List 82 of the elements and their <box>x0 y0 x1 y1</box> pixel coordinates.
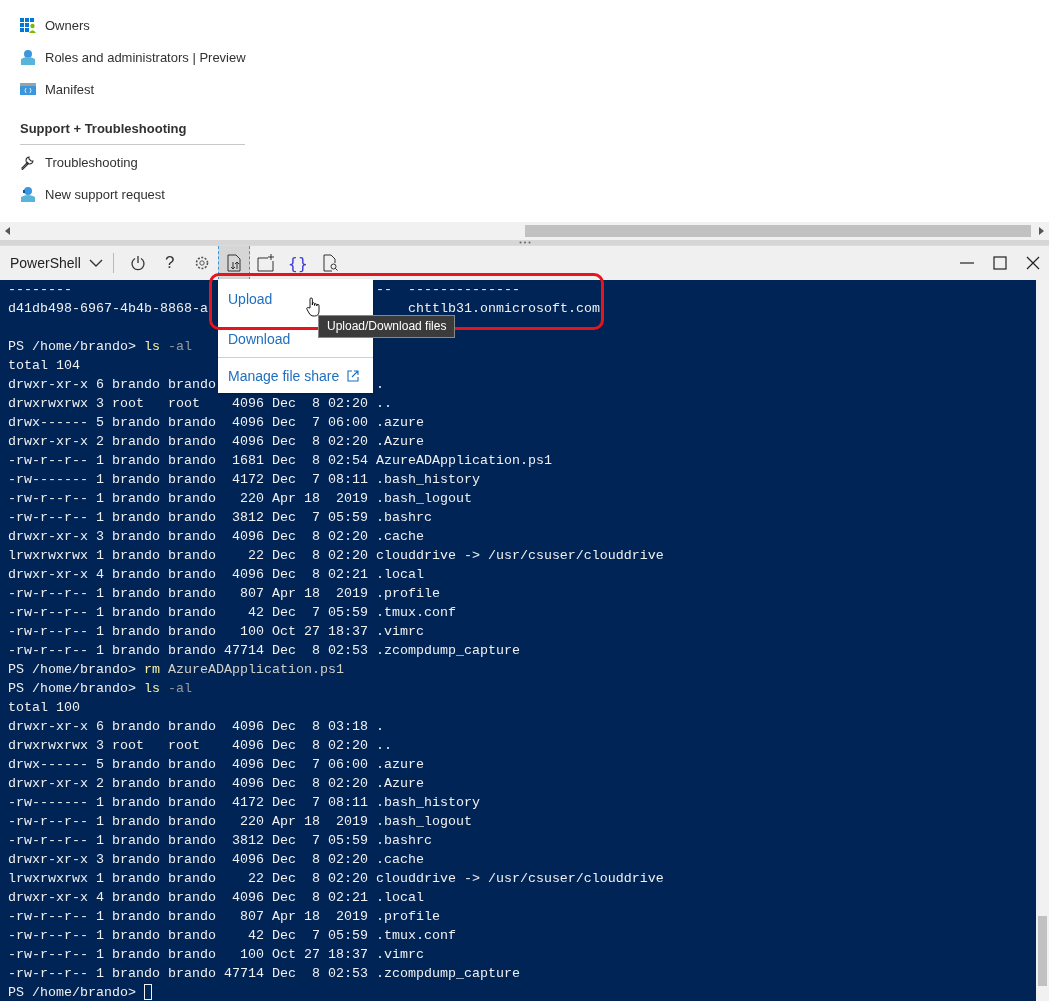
terminal-line: drwxr-xr-x 3 brando brando 4096 Dec 8 02:20 .cache <box>8 852 424 867</box>
upload-download-button[interactable] <box>217 246 250 280</box>
terminal-line: total 104 <box>8 358 80 373</box>
nav-item[interactable]: Manifest <box>20 73 245 105</box>
menu-item[interactable]: Manage file share <box>218 358 373 393</box>
text-cursor <box>144 984 152 1000</box>
close-icon[interactable] <box>1025 256 1040 270</box>
terminal-line: drwxr-xr-x 4 brando brando 4096 Dec 8 02:21 .local <box>8 890 424 905</box>
nav-label: New support request <box>45 186 165 202</box>
nav-item[interactable]: Owners <box>20 9 245 41</box>
terminal-line: PS /home/brando> ls -al <box>8 339 192 354</box>
terminal-line: -- -------------- <box>375 282 520 297</box>
terminal-line: -rw-r--r-- 1 brando brando 100 Oct 27 18:37 .vimrc <box>8 947 424 962</box>
manifest-icon <box>20 81 36 97</box>
terminal-line: -rw-r--r-- 1 brando brando 42 Dec 7 05:59 .tmux.conf <box>8 605 456 620</box>
nav-item[interactable]: Troubleshooting <box>20 146 245 178</box>
grid-person-icon <box>20 17 36 33</box>
new-file-icon[interactable] <box>256 254 275 272</box>
terminal-line: drwxr-xr-x 2 brando brando 4096 Dec 8 02:20 .Azure <box>8 434 424 449</box>
nav-label: Roles and administrators | Preview <box>45 49 246 65</box>
person-icon <box>20 186 36 202</box>
terminal-line: -rw-r--r-- 1 brando brando 1681 Dec 8 02:54 AzureADApplication.ps1 <box>8 453 552 468</box>
maximize-icon[interactable] <box>992 256 1007 270</box>
editor-button[interactable]: {} <box>281 246 314 280</box>
vertical-scrollbar[interactable] <box>1036 280 1049 1001</box>
terminal-line: total 100 <box>8 700 80 715</box>
terminal-line: -rw-r--r-- 1 brando brando 220 Apr 18 2019 .bash_logout <box>8 814 472 829</box>
terminal-line: -rw-r--r-- 1 brando brando 42 Dec 7 05:59 .tmux.conf <box>8 928 456 943</box>
terminal-line: PS /home/brando> <box>8 985 152 1000</box>
terminal-line: -rw-r--r-- 1 brando brando 220 Apr 18 2019 .bash_logout <box>8 491 472 506</box>
scroll-left-icon[interactable] <box>5 227 11 235</box>
terminal-line: drwxrwxrwx 3 root root 4096 Dec 8 02:20 .. <box>8 738 392 753</box>
terminal-line: lrwxrwxrwx 1 brando brando 22 Dec 8 02:20 clouddrive -> /usr/csuser/clouddrive <box>8 871 664 886</box>
terminal-line: -rw-r--r-- 1 brando brando 807 Apr 18 2019 .profile <box>8 909 440 924</box>
file-search-icon[interactable] <box>321 254 338 272</box>
scroll-right-icon[interactable] <box>1038 227 1044 235</box>
terminal-line: lrwxrwxrwx 1 brando brando 22 Dec 8 02:20 clouddrive -> /usr/csuser/clouddrive <box>8 548 664 563</box>
terminal-line: . <box>375 377 384 392</box>
nav-label: Troubleshooting <box>45 154 138 170</box>
scrollbar-thumb[interactable] <box>525 225 1031 237</box>
grip-icon[interactable] <box>518 241 531 244</box>
terminal-line: -rw-r--r-- 1 brando brando 807 Apr 18 2019 .profile <box>8 586 440 601</box>
scrollbar-thumb[interactable] <box>1038 916 1047 986</box>
tooltip: Upload/Download files <box>318 315 456 338</box>
terminal-line: drwx------ 5 brando brando 4096 Dec 7 06:00 .azure <box>8 415 424 430</box>
terminal-line: -rw-r--r-- 1 brando brando 100 Oct 27 18:37 .vimrc <box>8 624 424 639</box>
section-heading: Support + Troubleshooting <box>20 105 245 145</box>
terminal-line: -------- <box>8 282 72 297</box>
wrench-icon <box>20 154 36 170</box>
terminal-line: -rw-r--r-- 1 brando brando 3812 Dec 7 05:59 .bashrc <box>8 510 432 525</box>
terminal-line: drwxr-xr-x 3 brando brando 4096 Dec 8 02:20 .cache <box>8 529 424 544</box>
terminal-line: drwxrwxrwx 3 root root 4096 Dec 8 02:20 .. <box>8 396 392 411</box>
hand-pointer-icon <box>306 297 320 317</box>
shell-selector[interactable]: PowerShell <box>4 248 109 278</box>
terminal-line: -rw------- 1 brando brando 4172 Dec 7 08:11 .bash_history <box>8 472 480 487</box>
terminal-line: drwxr-xr-x 6 brando brando <box>8 377 216 392</box>
horizontal-scrollbar[interactable] <box>0 222 1049 240</box>
person-icon <box>20 49 36 65</box>
gear-icon[interactable] <box>193 255 210 271</box>
terminal-line: chttlb31.onmicrosoft.com <box>407 301 600 316</box>
nav-item[interactable]: New support request <box>20 178 245 210</box>
nav-label: Manifest <box>45 81 95 97</box>
terminal-line: PS /home/brando> ls -al <box>8 681 192 696</box>
terminal-line: PS /home/brando> rm AzureADApplication.ps1 <box>8 662 344 677</box>
terminal-line: drwxr-xr-x 4 brando brando 4096 Dec 8 02:21 .local <box>8 567 424 582</box>
file-arrows-icon[interactable] <box>225 254 242 272</box>
terminal[interactable] <box>0 280 1049 1001</box>
terminal-line: drwxr-xr-x 6 brando brando 4096 Dec 8 03:18 . <box>8 719 384 734</box>
external-link-icon <box>347 369 360 382</box>
nav-label: Owners <box>45 17 90 33</box>
terminal-line: drwxr-xr-x 2 brando brando 4096 Dec 8 02:20 .Azure <box>8 776 424 791</box>
power-icon[interactable] <box>129 255 146 271</box>
terminal-line: -rw-r--r-- 1 brando brando 47714 Dec 8 02:53 .zcompdump_capture <box>8 966 520 981</box>
terminal-line: -rw-r--r-- 1 brando brando 47714 Dec 8 02:53 .zcompdump_capture <box>8 643 520 658</box>
terminal-line: -rw------- 1 brando brando 4172 Dec 7 08:11 .bash_history <box>8 795 480 810</box>
chevron-down-icon[interactable] <box>88 259 103 267</box>
resize-handle[interactable] <box>0 240 1049 245</box>
help-button[interactable]: ? <box>153 246 186 280</box>
terminal-line: -rw-r--r-- 1 brando brando 3812 Dec 7 05:59 .bashrc <box>8 833 432 848</box>
terminal-line: drwx------ 5 brando brando 4096 Dec 7 06:00 .azure <box>8 757 424 772</box>
terminal-line: d41db498-6967-4b4b-8868-a <box>8 301 208 316</box>
nav-item[interactable]: Roles and administrators | Preview <box>20 41 245 73</box>
